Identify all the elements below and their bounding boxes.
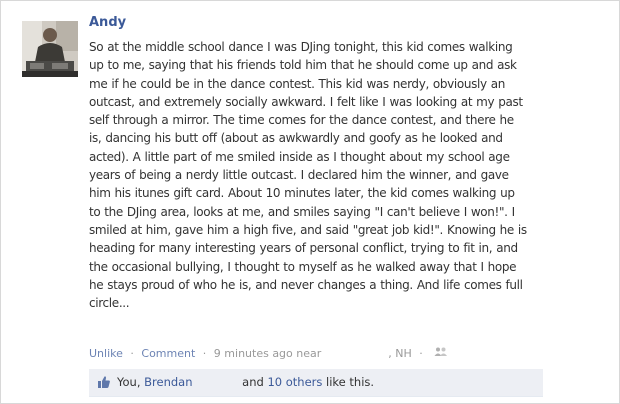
post-line: So at the middle school dance I was DJin… — [89, 40, 513, 54]
timestamp[interactable]: 9 minutes ago near — [214, 347, 321, 360]
likes-text: You, Brendan and 10 others like this. — [117, 375, 374, 389]
post-line: circle... — [89, 296, 130, 311]
post-line: me if he could be in the dance contest. … — [89, 76, 505, 91]
post-line: him his itunes gift card. About 10 minut… — [89, 186, 515, 201]
post-line: years of being a nerdy little outcast. I… — [89, 168, 509, 183]
profile-photo — [22, 21, 78, 77]
likes-you: You, — [117, 375, 141, 389]
post-line: self through a mirror. The time comes fo… — [89, 113, 514, 128]
post-line: outcast, and extremely socially awkward.… — [89, 94, 523, 109]
others-link[interactable]: 10 others — [267, 375, 322, 389]
story-frame: Andy So at the middle school dance I was… — [0, 0, 620, 404]
comment-link[interactable]: Comment — [141, 347, 195, 360]
author-name[interactable]: Andy — [89, 15, 126, 30]
post-line: heading for many interesting years of pe… — [89, 241, 518, 256]
post-line: to the DJing area, looks at me, and smil… — [89, 204, 515, 219]
post-line: he stays proud of who he is, and never c… — [89, 277, 523, 292]
post-line: the occasional bullying, I thought to my… — [89, 259, 517, 274]
avatar[interactable] — [22, 21, 78, 77]
post-line: up to me, saying that his friends told h… — [89, 58, 517, 73]
post-message: So at the middle school dance I was DJin… — [89, 38, 601, 312]
post-line: smiled at him, gave him a high five, and… — [89, 222, 527, 237]
likes-sentence: You, Brendan and 10 others like this. — [89, 369, 543, 397]
likes-suffix: like this. — [326, 375, 375, 389]
meta-separator: · — [130, 346, 134, 360]
meta-separator: · — [419, 346, 423, 360]
post-line: is, dancing his butt off (about as awkwa… — [89, 131, 503, 146]
liker-name[interactable]: Brendan — [144, 375, 192, 389]
meta-separator: · — [202, 346, 207, 360]
post-meta: Unlike · Comment · 9 minutes ago near , … — [89, 346, 448, 362]
post-line: acted). A little part of me smiled insid… — [89, 149, 510, 164]
unlike-link[interactable]: Unlike — [89, 347, 123, 360]
people-icon — [434, 347, 448, 360]
likes-and: and — [242, 375, 264, 389]
thumbs-up-icon — [97, 375, 111, 392]
location[interactable]: , NH — [388, 347, 412, 360]
